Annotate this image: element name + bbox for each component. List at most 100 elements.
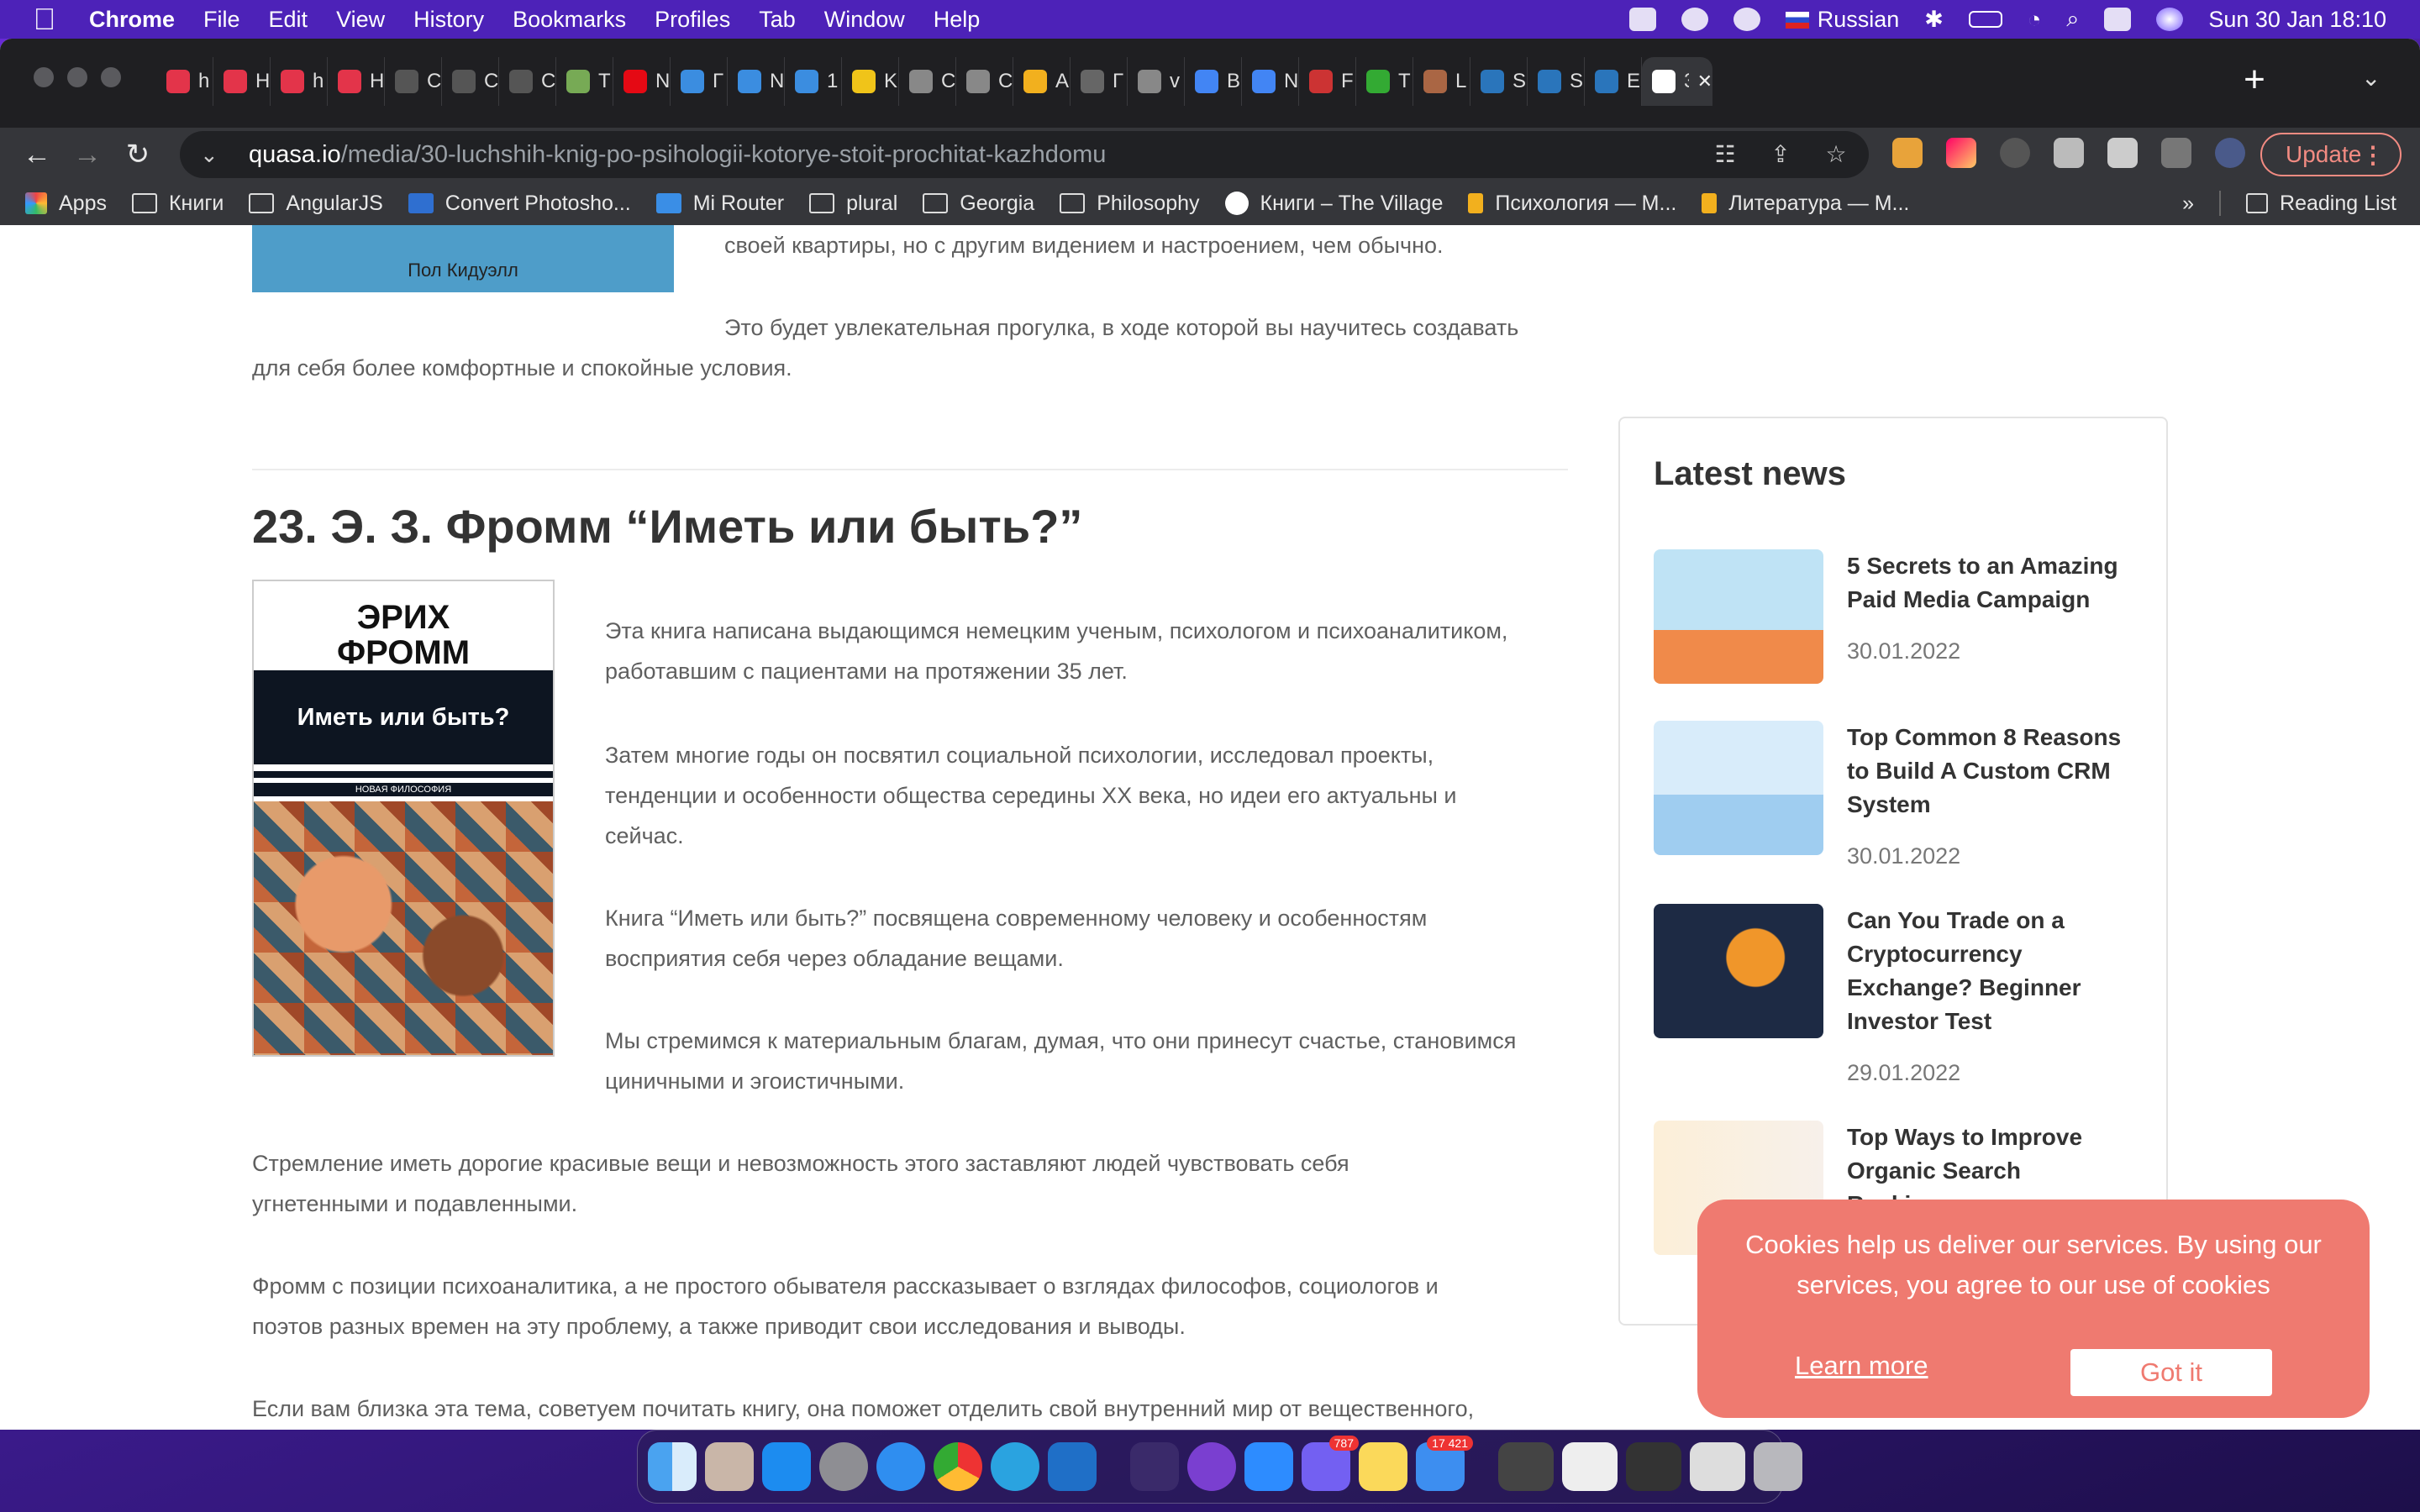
zoom-window-button[interactable] [101,67,121,87]
tab-search-icon[interactable]: ⌄ [2361,64,2381,92]
extensions-puzzle-icon[interactable] [2107,138,2138,168]
got-it-button[interactable]: Got it [2070,1349,2272,1396]
news-thumbnail[interactable] [1654,549,1823,684]
react-devtools-icon[interactable] [2000,138,2030,168]
viber-icon[interactable] [1681,8,1708,31]
finder-icon[interactable] [648,1442,697,1491]
trash-icon[interactable] [1754,1442,1802,1491]
news-title[interactable]: Top Common 8 Reasons to Build A Custom C… [1847,721,2133,822]
tab[interactable]: E [1585,57,1642,106]
menu-window[interactable]: Window [824,7,905,33]
wifi-icon[interactable]: ◔ [2028,7,2041,33]
tab[interactable]: v [1128,57,1185,106]
profile-avatar[interactable] [2215,138,2245,168]
input-source[interactable]: Russian [1785,7,1899,33]
tab[interactable]: H [328,57,385,106]
menu-edit[interactable]: Edit [269,7,308,33]
podcasts-icon[interactable] [1187,1442,1236,1491]
tab[interactable]: h [156,57,213,106]
reload-icon[interactable]: ↻ [113,129,163,180]
menu-app-name[interactable]: Chrome [89,7,175,33]
bookmark-apps[interactable]: Apps [25,192,107,216]
system-preferences-icon[interactable] [819,1442,868,1491]
forward-icon[interactable]: → [62,129,113,180]
tab[interactable]: L [1413,57,1470,106]
tab[interactable]: F [1299,57,1356,106]
menu-history[interactable]: History [413,7,484,33]
news-thumbnail[interactable] [1654,904,1823,1038]
facetime-icon[interactable] [1628,8,1656,31]
update-button[interactable]: Update ⋮ [2260,133,2402,176]
imovie-icon[interactable] [1130,1442,1179,1491]
menu-help[interactable]: Help [934,7,981,33]
apple-icon[interactable]:  [32,4,57,34]
tab[interactable]: H [213,57,271,106]
news-thumbnail[interactable] [1654,721,1823,855]
close-window-button[interactable] [34,67,54,87]
translate-icon[interactable]: ☷ [1712,142,1738,167]
tab[interactable]: N [613,57,671,106]
bookmark-literature[interactable]: Литература — М... [1702,192,1909,216]
tab[interactable]: S [1470,57,1528,106]
siri-icon[interactable] [2156,8,2184,31]
bookmark-convert-photoshop[interactable]: Convert Photosho... [408,192,631,216]
tab[interactable]: 1 [785,57,842,106]
notes-icon[interactable] [1359,1442,1407,1491]
bookmark-psychology[interactable]: Психология — М... [1468,192,1676,216]
tab-active[interactable]: 3(✕ [1642,57,1712,106]
mail-icon[interactable]: 17 421 [1416,1436,1473,1491]
bookmark-folder-philosophy[interactable]: Philosophy [1060,192,1200,216]
extension-1-icon[interactable] [1892,138,1923,168]
share-icon[interactable]: ⇪ [1768,142,1793,167]
bluetooth-icon[interactable]: ✱ [1924,7,1944,33]
bookmark-folder-plural[interactable]: plural [809,192,897,216]
battery-icon[interactable] [1968,11,2002,28]
news-title[interactable]: 5 Secrets to an Amazing Paid Media Campa… [1847,549,2133,617]
tab[interactable]: A [1013,57,1071,106]
search-icon[interactable]: ⌕ [2066,6,2079,33]
extension-4-icon[interactable] [2054,138,2084,168]
minimized-window-2[interactable] [1562,1442,1618,1491]
more-menu-icon[interactable]: ⋮ [2361,141,2385,169]
tab[interactable]: T [1356,57,1413,106]
chrome-icon[interactable] [934,1442,982,1491]
new-tab-button[interactable]: + [2233,59,2275,101]
bookmark-folder-georgia[interactable]: Georgia [923,192,1034,216]
viber-dock-icon[interactable]: 787 [1302,1436,1359,1491]
tab[interactable]: h [271,57,328,106]
tab[interactable]: T [556,57,613,106]
back-icon[interactable]: ← [12,129,62,180]
bookmark-folder-angularjs[interactable]: AngularJS [249,192,383,216]
media-controls-icon[interactable] [2161,138,2191,168]
minimized-window-1[interactable] [1498,1442,1554,1491]
close-tab-icon[interactable]: ✕ [1697,71,1712,92]
play-icon[interactable] [1733,8,1760,31]
bookmark-star-icon[interactable]: ☆ [1823,142,1849,167]
more-bookmarks-button[interactable]: » [2182,192,2194,216]
menu-tab[interactable]: Tab [759,7,796,33]
bookmark-mi-router[interactable]: Mi Router [655,192,784,216]
tab[interactable]: Г [1071,57,1128,106]
safari-icon[interactable] [876,1442,925,1491]
extension-2-icon[interactable] [1946,138,1976,168]
menu-profiles[interactable]: Profiles [655,7,730,33]
site-info-icon[interactable]: ⌄ [200,142,225,168]
news-title[interactable]: Can You Trade on a Cryptocurrency Exchan… [1847,904,2133,1038]
app-store-icon[interactable] [762,1442,811,1491]
telegram-icon[interactable] [991,1442,1039,1491]
tab[interactable]: S [1528,57,1585,106]
zoom-icon[interactable] [1244,1442,1293,1491]
address-bar[interactable]: ⌄ quasa.io/media/30-luchshih-knig-po-psi… [180,131,1869,178]
bookmark-the-village[interactable]: Книги – The Village [1224,192,1443,216]
tab[interactable]: C [442,57,499,106]
url-text[interactable]: quasa.io/media/30-luchshih-knig-po-psiho… [249,141,1106,169]
minimize-window-button[interactable] [67,67,87,87]
learn-more-link[interactable]: Learn more [1795,1351,1928,1381]
control-center-icon[interactable] [2104,8,2132,31]
bookmark-folder-knigi[interactable]: Книги [131,192,224,216]
tab[interactable]: K [842,57,899,106]
reading-list-button[interactable]: Reading List [2246,192,2396,216]
tab[interactable]: C [956,57,1013,106]
menu-view[interactable]: View [336,7,385,33]
tab[interactable]: B [1185,57,1242,106]
